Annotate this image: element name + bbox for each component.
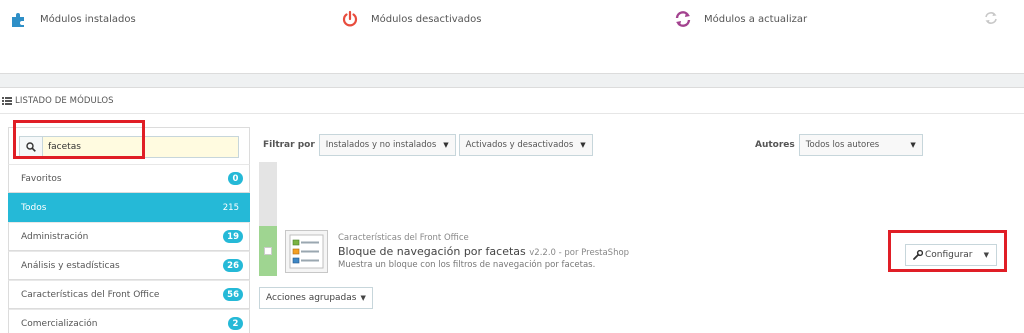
power-icon [341,10,359,28]
authors-filter: Autores Todos los autores ▼ [755,134,926,156]
category-label: Características del Front Office [21,289,160,300]
category-count-badge: 19 [223,230,243,243]
sync-icon [674,10,692,28]
module-version: v2.2.0 - por PrestaShop [529,248,630,258]
category-count-badge: 56 [223,288,243,301]
configure-button[interactable]: Configurar ▼ [905,244,997,266]
category-label: Comercialización [21,318,98,329]
category-count-badge: 215 [222,202,239,213]
installed-modules-label: Módulos instalados [40,13,136,25]
module-select-checkbox[interactable] [264,247,272,255]
category-sidebar: Favoritos 0 Todos 215 Administración 19 … [8,127,250,333]
wrench-icon [913,249,924,260]
puzzle-icon [10,10,28,28]
module-name: Bloque de navegación por facetas [338,245,526,258]
refresh-icon[interactable] [984,10,998,24]
bulk-actions-label: Acciones agrupadas [266,293,357,303]
category-count-badge: 2 [228,317,243,330]
filter-label: Filtrar por [263,140,315,150]
category-label: Administración [21,231,89,242]
category-label: Análisis y estadísticas [21,260,120,271]
category-administration[interactable]: Administración 19 [8,222,250,251]
disabled-modules-label: Módulos desactivados [371,13,482,25]
search-input[interactable] [43,137,238,157]
module-category: Características del Front Office [338,233,469,243]
category-front-office[interactable]: Características del Front Office 56 [8,280,250,309]
caret-down-icon[interactable]: ▼ [984,251,989,259]
install-filter-value: Instalados y no instalados [325,140,437,150]
authors-label: Autores [755,140,795,150]
panel-title: LISTADO DE MÓDULOS [15,95,114,106]
category-label: Favoritos [21,173,62,184]
category-analytics[interactable]: Análisis y estadísticas 26 [8,251,250,280]
search-icon[interactable] [20,137,43,157]
configure-label: Configurar [925,250,973,260]
filter-bar: Filtrar por Instalados y no instalados ▼… [263,134,596,156]
module-list-panel: LISTADO DE MÓDULOS Favoritos 0 Todos 215 [0,87,1024,333]
module-description: Muestra un bloque con los filtros de nav… [338,260,596,270]
disabled-modules-stat[interactable]: Módulos desactivados [341,10,481,28]
caret-down-icon: ▼ [910,141,916,149]
list-icon [2,96,12,105]
authors-value: Todos los autores [805,140,880,150]
category-marketing[interactable]: Comercialización 2 [8,309,250,333]
module-title-line: Bloque de navegación por facetas v2.2.0 … [338,245,629,258]
authors-select[interactable]: Todos los autores ▼ [798,134,923,156]
status-filter-value: Activados y desactivados [465,140,574,150]
faceted-navigation-module-icon [285,230,328,273]
panel-header: LISTADO DE MÓDULOS [0,88,1024,114]
search-wrapper [8,127,250,164]
category-favorites[interactable]: Favoritos 0 [8,164,250,193]
category-count-badge: 0 [228,172,243,185]
bulk-actions-button[interactable]: Acciones agrupadas ▼ [259,287,373,309]
category-count-badge: 26 [223,259,243,272]
module-status-strip-enabled [259,226,277,276]
install-filter-select[interactable]: Instalados y no instalados ▼ [318,134,456,156]
module-info: Características del Front Office Bloque … [338,233,629,270]
category-all[interactable]: Todos 215 [8,193,250,222]
modules-to-update-stat[interactable]: Módulos a actualizar [674,10,807,28]
caret-down-icon: ▼ [443,141,449,149]
module-search [19,136,239,158]
caret-down-icon: ▼ [360,294,366,302]
module-stats-panel: Módulos instalados Módulos desactivados … [0,0,1024,74]
status-filter-select[interactable]: Activados y desactivados ▼ [458,134,593,156]
modules-to-update-label: Módulos a actualizar [704,13,808,25]
category-label: Todos [21,202,47,213]
module-status-strip-empty [259,162,277,226]
installed-modules-stat[interactable]: Módulos instalados [10,10,136,28]
caret-down-icon: ▼ [580,141,586,149]
